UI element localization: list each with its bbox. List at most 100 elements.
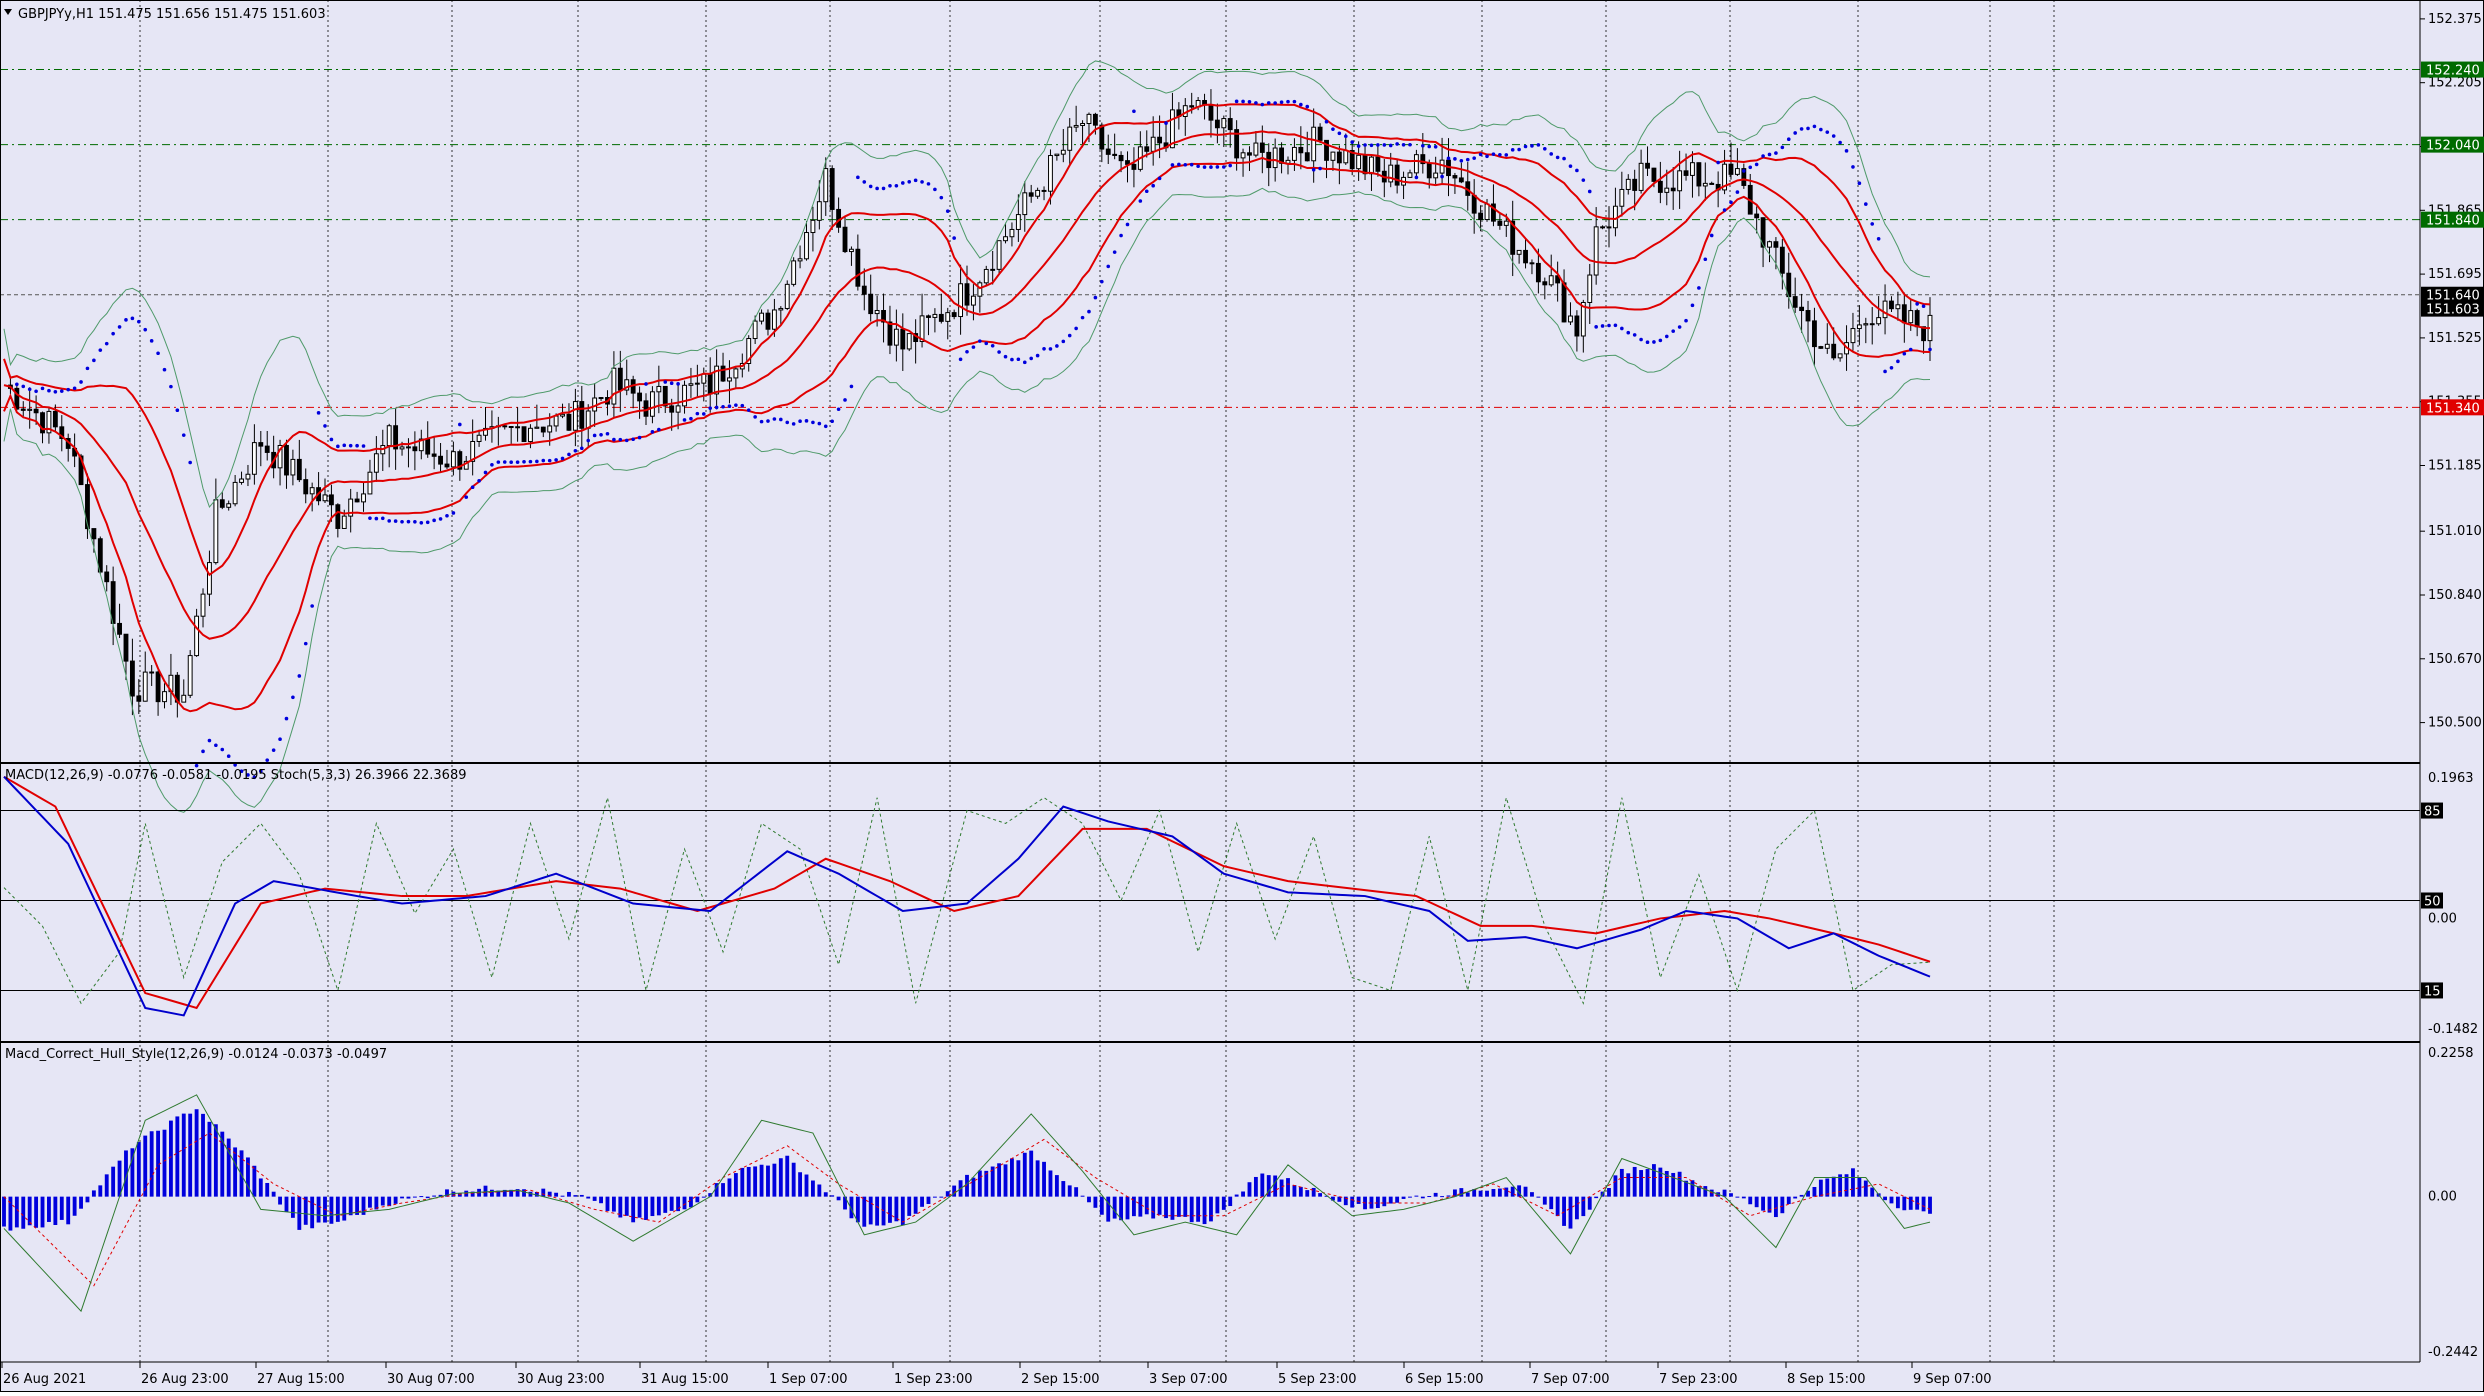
hull-histogram-bar [913, 1196, 918, 1214]
parabolic-sar-dot [1254, 101, 1258, 105]
hull-histogram-bar [810, 1180, 815, 1197]
parabolic-sar-dot [214, 743, 218, 748]
parabolic-sar-dot [21, 384, 26, 389]
candle-body [1118, 154, 1124, 162]
candle-body [123, 633, 129, 662]
candle-body [900, 328, 906, 350]
candle-body [765, 312, 771, 330]
candle-body [1593, 226, 1599, 276]
hull-histogram-bar [1286, 1178, 1290, 1197]
hull-histogram-bar [1029, 1150, 1034, 1197]
parabolic-sar-dot [1729, 200, 1733, 205]
hull-histogram-bar [368, 1196, 372, 1208]
hull-histogram-bar [380, 1196, 385, 1206]
hull-histogram-bar [624, 1196, 629, 1216]
hull-histogram-bar [862, 1196, 867, 1227]
candle-body [187, 655, 193, 696]
parabolic-sar-dot [1440, 174, 1444, 179]
candle-body [1690, 162, 1695, 176]
candle-body [1426, 163, 1432, 179]
candle-body [694, 382, 700, 385]
parabolic-sar-dot [291, 695, 295, 700]
parabolic-sar-dot [881, 186, 886, 191]
parabolic-sar-dot [836, 407, 841, 412]
candle-body [258, 442, 264, 447]
hull-histogram-bar [1228, 1196, 1233, 1207]
candle-body [1458, 177, 1464, 183]
hull-histogram-bar [393, 1196, 398, 1204]
hull-histogram-bar [798, 1172, 803, 1197]
candle-body [1535, 262, 1541, 283]
parabolic-sar-dot [1517, 147, 1521, 152]
parabolic-sar-dot [669, 381, 674, 385]
time-tick-label: 26 Aug 2021 [3, 1372, 86, 1387]
hull-histogram-bar [1170, 1196, 1175, 1220]
parabolic-sar-dot [637, 435, 642, 440]
parabolic-sar-dot [785, 420, 790, 425]
time-tick-label: 3 Sep 07:00 [1149, 1372, 1228, 1387]
hull-histogram-bar [1851, 1168, 1855, 1197]
parabolic-sar-dot [92, 358, 96, 363]
hull-histogram-bar [631, 1196, 636, 1223]
hull-histogram-bar [1318, 1193, 1323, 1197]
candle-body [181, 694, 187, 703]
hull-histogram-bar [1350, 1196, 1355, 1208]
parabolic-sar-dot [1209, 165, 1213, 169]
hull-histogram-bar [1619, 1168, 1624, 1197]
stoch-level-label: 15 [2424, 984, 2441, 999]
hull-histogram-bar [72, 1196, 77, 1216]
hull-histogram-bar [1741, 1196, 1746, 1199]
parabolic-sar-dot [1478, 152, 1483, 157]
parabolic-sar-dot [284, 716, 289, 721]
parabolic-sar-dot [348, 443, 353, 448]
candle-body [1015, 214, 1021, 230]
parabolic-sar-dot [137, 319, 141, 324]
hull-histogram-bar [1356, 1196, 1361, 1204]
hull-histogram-bar [194, 1109, 199, 1197]
candle-body [836, 208, 842, 228]
parabolic-sar-dot [124, 318, 128, 322]
hull-histogram-bar [265, 1182, 270, 1197]
hull-histogram-bar [1375, 1196, 1380, 1209]
parabolic-sar-dot [965, 349, 969, 354]
candle-body [1529, 262, 1535, 265]
parabolic-sar-dot [689, 416, 693, 421]
parabolic-sar-dot [1016, 357, 1021, 362]
trading-chart[interactable]: 152.375152.205152.035151.865151.695151.5… [0, 0, 2484, 1392]
parabolic-sar-dot [1376, 143, 1380, 147]
candle-body [1060, 149, 1066, 155]
parabolic-sar-dot [66, 387, 70, 392]
parabolic-sar-dot [27, 387, 32, 392]
parabolic-sar-dot [1690, 303, 1695, 308]
hull-histogram-bar [1542, 1196, 1547, 1205]
hull-histogram-bar [1652, 1164, 1656, 1197]
parabolic-sar-dot [451, 511, 456, 515]
hull-histogram-bar [650, 1196, 655, 1217]
parabolic-sar-dot [1427, 144, 1432, 149]
hull-histogram-bar [1831, 1176, 1836, 1197]
parabolic-sar-dot [355, 443, 359, 448]
candle-body [1369, 156, 1374, 175]
hull-histogram-bar [1202, 1196, 1207, 1225]
parabolic-sar-dot [1709, 233, 1714, 238]
time-tick-label: 7 Sep 23:00 [1659, 1372, 1738, 1387]
candle-body [887, 321, 893, 346]
hull-histogram-bar [656, 1196, 661, 1216]
parabolic-sar-dot [1523, 144, 1528, 149]
hull-histogram-bar [412, 1196, 417, 1198]
parabolic-sar-dot [1132, 109, 1136, 114]
parabolic-sar-dot [920, 180, 924, 184]
candle-body [752, 320, 758, 340]
hull-header: Macd_Correct_Hull_Style(12,26,9) -0.0124… [5, 1047, 387, 1062]
hull-histogram-bar [1144, 1196, 1149, 1215]
candle-body [964, 283, 970, 306]
candle-body [804, 232, 809, 260]
macd-header: MACD(12,26,9) -0.0776 -0.0581 -0.0195 St… [5, 768, 467, 783]
hull-histogram-bar [701, 1196, 706, 1198]
parabolic-sar-dot [1722, 208, 1727, 212]
parabolic-sar-dot [522, 459, 526, 464]
hull-histogram-bar [1587, 1196, 1592, 1210]
hull-histogram-bar [817, 1184, 822, 1197]
hull-histogram-bar [59, 1196, 64, 1220]
parabolic-sar-dot [15, 382, 19, 387]
